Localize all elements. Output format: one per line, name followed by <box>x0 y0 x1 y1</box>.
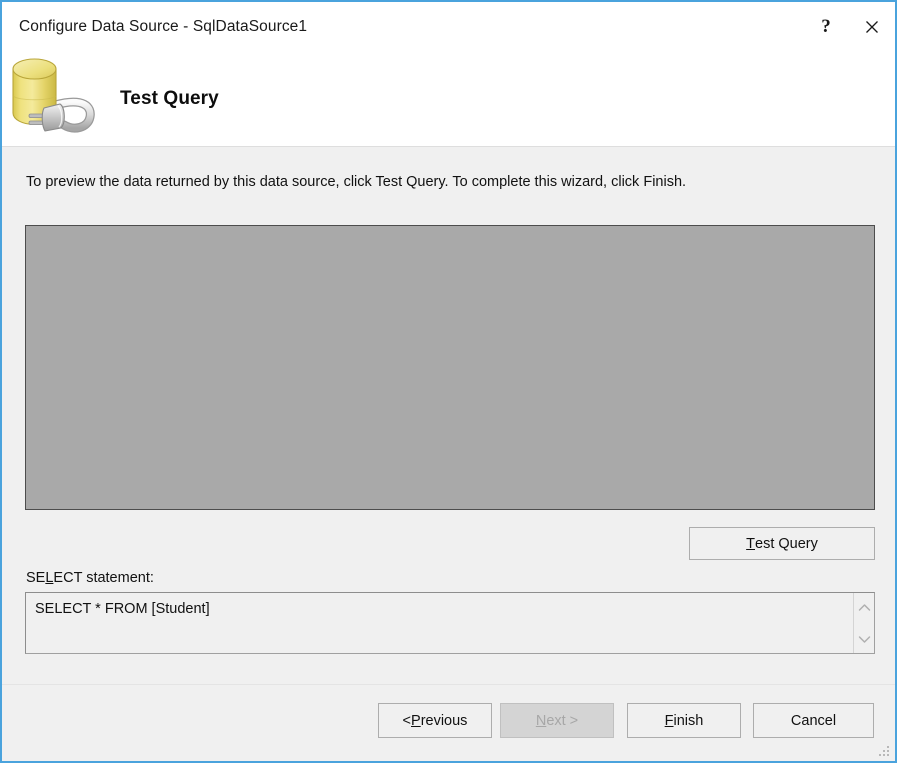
resize-grip-icon[interactable] <box>878 745 891 758</box>
query-results-grid[interactable] <box>25 225 875 510</box>
title-bar: Configure Data Source - SqlDataSource1 ? <box>2 2 895 51</box>
cancel-button[interactable]: Cancel <box>753 703 874 738</box>
dialog-header: Test Query <box>2 51 895 147</box>
next-accel: N <box>535 712 547 729</box>
title-bar-controls: ? <box>803 2 895 51</box>
configure-data-source-dialog: Configure Data Source - SqlDataSource1 ? <box>0 0 897 763</box>
previous-accel: P <box>411 712 421 729</box>
page-title: Test Query <box>120 87 219 109</box>
instruction-text: To preview the data returned by this dat… <box>26 174 687 190</box>
select-statement-scrollbar[interactable] <box>853 593 874 653</box>
chevron-down-icon[interactable] <box>854 629 875 649</box>
finish-accel: F <box>664 712 674 729</box>
finish-button[interactable]: Finish <box>627 703 741 738</box>
test-query-accel: T <box>746 535 755 552</box>
select-statement-input[interactable]: SELECT * FROM [Student] <box>26 593 853 653</box>
next-label: ext > <box>546 712 579 729</box>
window-title: Configure Data Source - SqlDataSource1 <box>19 17 308 35</box>
close-button[interactable] <box>849 2 895 51</box>
select-label-pre: SE <box>26 570 46 586</box>
chevron-up-icon[interactable] <box>854 597 875 617</box>
previous-label: revious <box>420 712 468 729</box>
previous-pre: < <box>402 712 412 729</box>
close-icon <box>864 19 880 35</box>
question-mark-icon: ? <box>821 16 831 37</box>
database-plug-icon <box>2 51 98 146</box>
next-button[interactable]: Next > <box>500 703 614 738</box>
finish-label: inish <box>673 712 704 729</box>
help-button[interactable]: ? <box>803 2 849 51</box>
previous-button[interactable]: < Previous <box>378 703 492 738</box>
test-query-label: est Query <box>755 535 818 552</box>
select-statement-box[interactable]: SELECT * FROM [Student] <box>25 592 875 654</box>
cancel-label: Cancel <box>790 712 837 729</box>
test-query-button[interactable]: Test Query <box>689 527 875 560</box>
select-label-post: ECT statement: <box>53 570 154 586</box>
dialog-footer: < Previous Next > Finish Cancel <box>2 684 895 761</box>
dialog-body: To preview the data returned by this dat… <box>2 147 895 761</box>
select-statement-label: SELECT statement: <box>26 570 154 586</box>
